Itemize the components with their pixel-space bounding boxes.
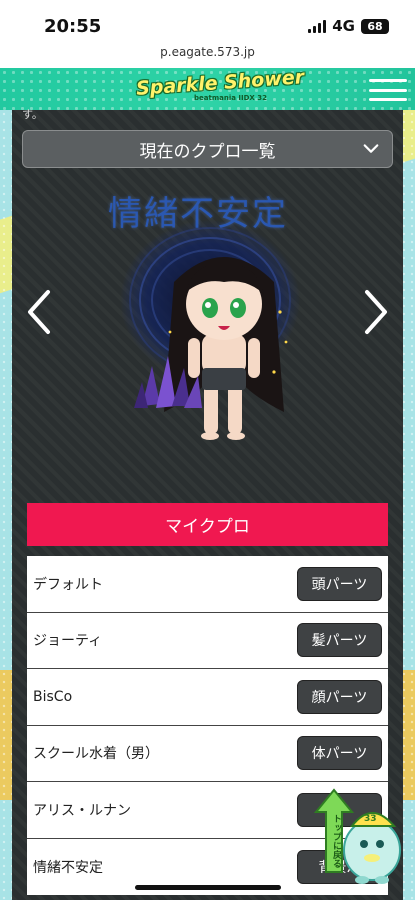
url-bar[interactable]: p.eagate.573.jp <box>0 44 415 68</box>
mascot-icon <box>313 788 401 884</box>
part-name: ジョーティ <box>33 633 103 650</box>
chevron-down-icon <box>363 144 379 153</box>
hair-parts-button[interactable]: 髪パーツ <box>297 623 382 658</box>
back-to-top-label: トップに戻る <box>331 814 341 868</box>
signal-icon <box>308 19 327 33</box>
part-name: BisCo <box>33 688 73 705</box>
mascot-badge: 33 <box>364 814 377 824</box>
part-name: アリス・ルナン <box>33 802 131 819</box>
head-parts-button[interactable]: 頭パーツ <box>297 566 382 601</box>
back-to-top-button[interactable]: トップに戻る 33 <box>306 772 411 892</box>
face-parts-button[interactable]: 顔パーツ <box>297 679 382 714</box>
cut-off-text: す。 <box>22 108 43 121</box>
status-time: 20:55 <box>44 16 102 37</box>
chevron-right-icon[interactable] <box>361 288 391 336</box>
body-parts-button[interactable]: 体パーツ <box>297 736 382 771</box>
chevron-left-icon[interactable] <box>24 288 54 336</box>
part-name: 情緒不安定 <box>33 859 103 876</box>
status-bar: 20:55 4G 68 <box>0 0 415 44</box>
home-indicator <box>135 885 281 890</box>
part-name: スクール水着（男） <box>33 746 159 763</box>
crystal-ornament <box>134 356 202 408</box>
battery-icon: 68 <box>361 18 389 34</box>
avatar-title: 情緒不安定 <box>108 194 288 234</box>
network-type: 4G <box>332 17 355 35</box>
logo-subtext: beatmania IIDX 32 <box>194 94 267 102</box>
list-item: BisCo 顔パーツ <box>27 669 388 726</box>
site-logo[interactable]: Sparkle Shower beatmania IIDX 32 <box>135 68 304 106</box>
avatar-stage: 情緒不安定 <box>12 170 403 500</box>
site-header: Sparkle Shower beatmania IIDX 32 <box>0 68 415 110</box>
hamburger-menu-icon[interactable] <box>369 79 407 101</box>
part-name: デフォルト <box>33 576 103 593</box>
status-indicators: 4G 68 <box>308 17 389 35</box>
dropdown-label: 現在のクプロ一覧 <box>139 141 276 162</box>
kupro-list-dropdown[interactable]: 現在のクプロ一覧 <box>22 130 393 168</box>
my-kupro-header: マイクプロ <box>27 503 388 546</box>
list-item: ジョーティ 髪パーツ <box>27 613 388 669</box>
list-item: デフォルト 頭パーツ <box>27 556 388 613</box>
